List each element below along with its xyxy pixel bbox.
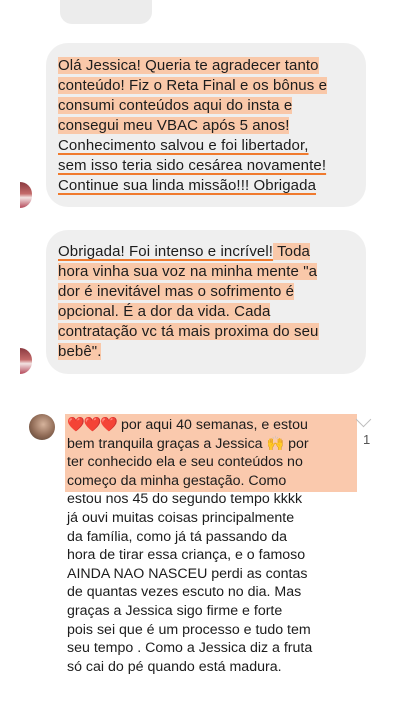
like-count: 1: [363, 432, 371, 447]
message-1-line: Continue sua linda missão!!! Obrigada: [58, 177, 317, 194]
message-1-line: consegui meu VBAC após 5 anos!: [58, 117, 290, 134]
raised-hands-emoji: 🙌: [266, 435, 285, 452]
comment-line: da família, como já tá passando da: [67, 528, 288, 545]
comment-line: já ouvi muitas coisas principalmente: [67, 509, 295, 526]
message-1-line: Olá Jessica! Queria te agradecer tanto: [58, 57, 319, 74]
comment-line: graças a Jessica sigo firme e forte: [67, 602, 283, 619]
comment-line: estou nos 45 do segundo tempo kkkk: [67, 491, 303, 508]
comment-line: pois sei que é um processo e tudo tem: [67, 621, 311, 638]
comment-line: só cai do pé quando está madura.: [67, 658, 282, 675]
comment-text: ❤️❤️❤️ por aqui 40 semanas, e estou bem …: [67, 416, 312, 676]
message-1-line: sem isso teria sido cesárea novamente!: [58, 157, 327, 174]
message-2-line: Toda: [273, 243, 311, 260]
message-1-line: conteúdo! Fiz o Reta Final e os bônus e: [58, 77, 328, 94]
message-1-line: consumi conteúdos aqui do insta e: [58, 97, 293, 114]
sender-avatar[interactable]: [20, 348, 32, 374]
message-2-line: hora vinha sua voz na minha mente "a: [58, 263, 318, 280]
comment-line: hora de tirar essa criança, e o famoso: [67, 547, 306, 564]
message-1-line: Conhecimento salvou e foi libertador,: [58, 137, 309, 154]
previous-message-bubble-edge: [60, 0, 152, 24]
like-chevron-icon[interactable]: [355, 411, 372, 428]
comment-line: por aqui 40 semanas, e estou: [117, 417, 308, 433]
comment-line: seu tempo . Como a Jessica diz a fruta: [67, 640, 313, 657]
comment-line: bem tranquila graças a Jessica: [67, 435, 267, 452]
comment-line: ter conhecido ela e seu conteúdos no: [67, 454, 303, 471]
comment-line: de quantas vezes escuto no dia. Mas: [67, 584, 302, 601]
comment-line: AINDA NAO NASCEU perdi as contas: [67, 565, 308, 582]
message-2-line: opcional. É a dor da vida. Cada: [58, 303, 271, 320]
message-2-underlined-text: Obrigada! Foi intenso e incrível!: [58, 243, 274, 260]
sender-avatar[interactable]: [20, 182, 32, 208]
message-1-text: Olá Jessica! Queria te agradecer tanto c…: [58, 56, 328, 196]
comment-line: começo da minha gestação. Como: [67, 472, 287, 489]
message-2-line: bebê".: [58, 343, 102, 360]
comment-line: por: [284, 435, 309, 452]
message-2-line: dor é inevitável mas o sofrimento é: [58, 283, 295, 300]
commenter-avatar[interactable]: [29, 414, 55, 440]
hearts-emoji: ❤️❤️❤️: [67, 417, 118, 433]
message-2-text: Obrigada! Foi intenso e incrível! Toda h…: [58, 242, 319, 362]
message-2-line: contratação vc tá mais proxima do seu: [58, 323, 319, 340]
